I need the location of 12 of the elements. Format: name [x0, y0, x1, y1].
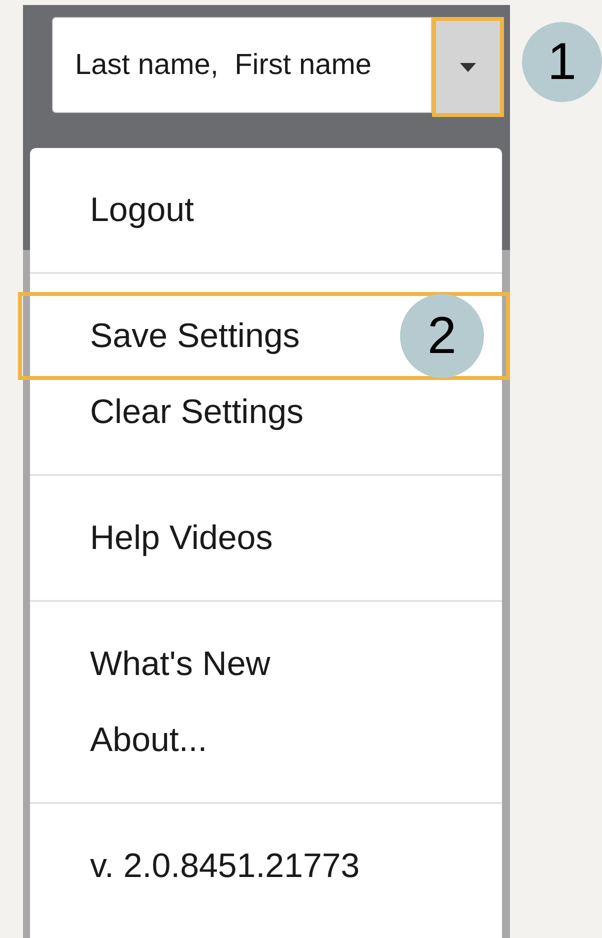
menu-item[interactable]: Save Settings [30, 298, 320, 374]
version-text: v. 2.0.8451.21773 [89, 846, 360, 886]
menu-item[interactable]: Logout [30, 172, 214, 248]
name-field[interactable]: Last name, First name [52, 17, 432, 113]
callout-number: 2 [400, 294, 484, 378]
dropdown-button[interactable] [432, 17, 504, 117]
menu-item[interactable]: Clear Settings [30, 374, 324, 450]
caret-icon [460, 62, 476, 72]
menu-item[interactable]: Help Videos [30, 500, 293, 576]
callout-number: 1 [522, 22, 602, 102]
menu-item[interactable]: About... [30, 702, 228, 778]
menu-item[interactable]: What's New [30, 626, 290, 702]
